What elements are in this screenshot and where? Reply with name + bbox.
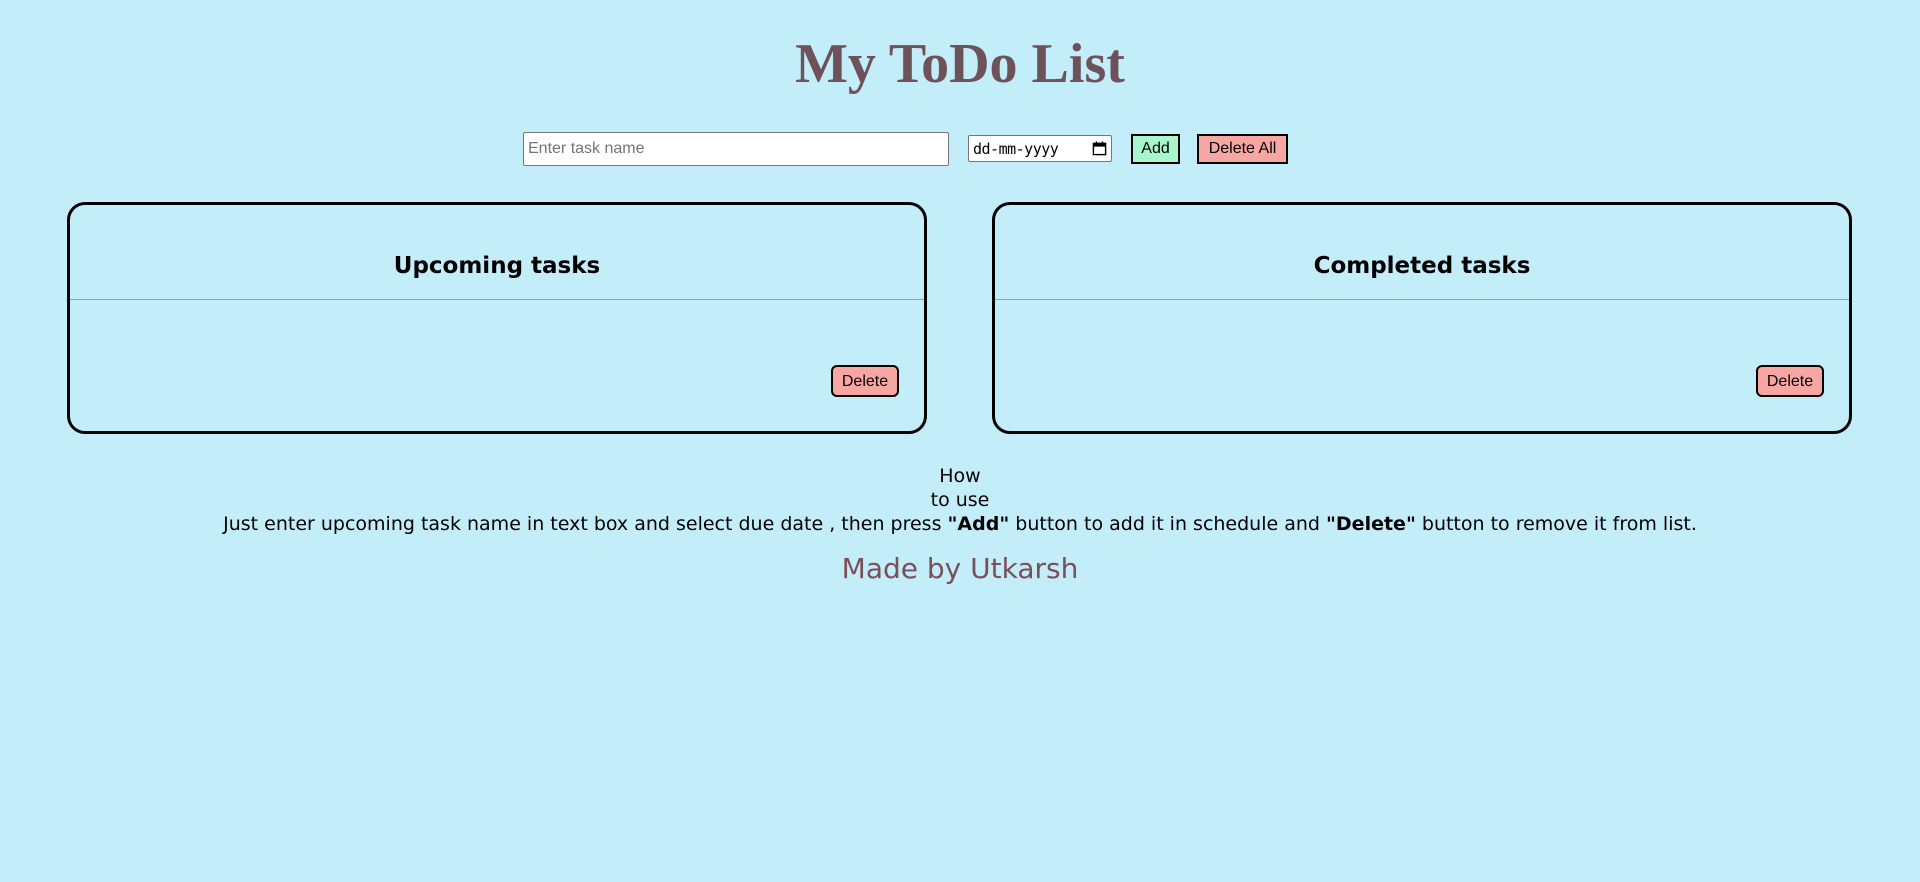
add-button[interactable]: Add: [1131, 134, 1180, 164]
completed-delete-button[interactable]: Delete: [1756, 365, 1824, 397]
upcoming-tasks-panel: Upcoming tasks Delete: [67, 202, 927, 434]
panel-divider: [995, 299, 1849, 300]
panel-divider: [70, 299, 924, 300]
completed-tasks-heading: Completed tasks: [1313, 253, 1531, 279]
task-name-input[interactable]: [523, 132, 949, 166]
calendar-icon[interactable]: [1092, 141, 1107, 156]
page-title: My ToDo List: [795, 33, 1125, 95]
due-date-input[interactable]: dd-mm-yyyy: [968, 135, 1112, 162]
how-to-use-title-line2: to use: [930, 489, 990, 511]
page: My ToDo List dd-mm-yyyy Add Delete All U…: [0, 0, 1920, 882]
howto-text-part1: Just enter upcoming task name in text bo…: [223, 513, 948, 535]
task-controls: dd-mm-yyyy Add Delete All: [0, 132, 1920, 166]
credit-text: Made by Utkarsh: [841, 552, 1079, 585]
delete-all-button[interactable]: Delete All: [1197, 134, 1288, 164]
completed-tasks-panel: Completed tasks Delete: [992, 202, 1852, 434]
howto-add-word: "Add": [947, 513, 1010, 535]
how-to-use-title: How to use: [0, 464, 1920, 512]
howto-text-part2: button to add it in schedule and: [1009, 513, 1327, 535]
upcoming-tasks-heading: Upcoming tasks: [393, 253, 601, 279]
how-to-use-text: Just enter upcoming task name in text bo…: [0, 512, 1920, 536]
due-date-value: dd-mm-yyyy: [973, 139, 1059, 158]
upcoming-delete-button[interactable]: Delete: [831, 365, 899, 397]
how-to-use-title-line1: How: [939, 465, 981, 487]
howto-text-part3: button to remove it from list.: [1415, 513, 1697, 535]
howto-delete-word: "Delete": [1326, 513, 1416, 535]
how-to-use-section: How to use Just enter upcoming task name…: [0, 464, 1920, 536]
